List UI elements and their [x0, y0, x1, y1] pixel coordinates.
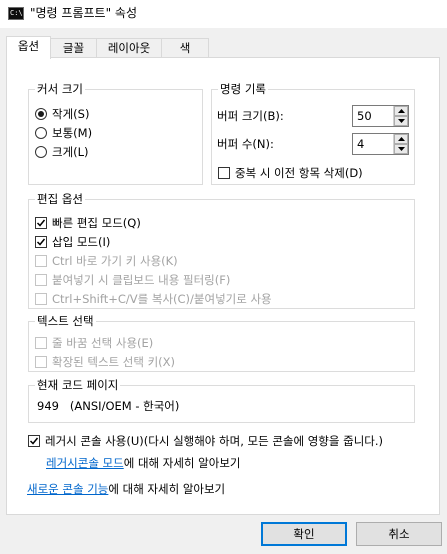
new-console-link[interactable]: 새로운 콘솔 기능 — [27, 482, 108, 496]
tab-options[interactable]: 옵션 — [6, 36, 51, 59]
buffer-count-input[interactable]: 4 — [357, 136, 364, 152]
legacy-console-link-suffix: 에 대해 자세히 알아보기 — [123, 456, 241, 470]
radio-icon — [35, 146, 47, 158]
text-selection-title: 텍스트 선택 — [35, 313, 96, 329]
chevron-down-icon — [398, 147, 405, 151]
tab-layout[interactable]: 레이아웃 — [96, 38, 162, 58]
new-console-info: 새로운 콘솔 기능에 대해 자세히 알아보기 — [27, 480, 225, 498]
checkbox-icon — [218, 167, 230, 179]
code-page-title: 현재 코드 페이지 — [35, 377, 121, 393]
radio-icon — [35, 127, 47, 139]
cancel-button[interactable]: 취소 — [356, 522, 442, 546]
legacy-console-info: 레거시콘솔 모드에 대해 자세히 알아보기 — [46, 454, 240, 472]
radio-selected-icon — [35, 108, 47, 120]
command-history-title: 명령 기록 — [218, 81, 268, 97]
buffer-size-stepper[interactable]: 50 — [352, 105, 409, 127]
checkbox-icon — [35, 356, 47, 368]
title-bar: C:\ "명령 프롬프트" 속성 — [0, 0, 447, 28]
new-console-link-suffix: 에 대해 자세히 알아보기 — [108, 482, 226, 496]
checkbox-icon — [35, 255, 47, 267]
checkbox-icon — [35, 293, 47, 305]
window-title: "명령 프롬프트" 속성 — [30, 6, 137, 20]
buffer-count-stepper[interactable]: 4 — [352, 133, 409, 155]
options-panel: 커서 크기 작게(S) 보통(M) 크게(L) 명령 기록 버퍼 크기(B): … — [6, 57, 440, 515]
checkmark-icon — [28, 435, 40, 447]
cursor-size-group: 커서 크기 작게(S) 보통(M) 크게(L) — [28, 81, 203, 185]
increment-button[interactable] — [394, 106, 408, 116]
checkmark-icon — [35, 236, 47, 248]
text-selection-group: 텍스트 선택 줄 바꿈 선택 사용(E) 확장된 텍스트 선택 키(X) — [28, 313, 415, 372]
edit-options-group: 편집 옵션 빠른 편집 모드(Q) 삽입 모드(I) Ctrl 바로 가기 키 … — [28, 191, 415, 309]
increment-button[interactable] — [394, 134, 408, 144]
buffer-size-label: 버퍼 크기(B): — [217, 109, 284, 123]
code-page-value: 949 (ANSI/OEM - 한국어) — [37, 399, 180, 413]
ok-button[interactable]: 확인 — [261, 522, 347, 546]
command-prompt-icon: C:\ — [8, 7, 24, 20]
chevron-down-icon — [398, 119, 405, 123]
chevron-up-icon — [398, 109, 405, 113]
cursor-size-title: 커서 크기 — [35, 81, 85, 97]
edit-options-title: 편집 옵션 — [35, 191, 85, 207]
checkbox-icon — [35, 274, 47, 286]
checkmark-icon — [35, 217, 47, 229]
chevron-up-icon — [398, 137, 405, 141]
decrement-button[interactable] — [394, 144, 408, 154]
command-history-group: 명령 기록 버퍼 크기(B): 50 버퍼 수(N): 4 중복 시 이전 항목… — [211, 81, 415, 185]
decrement-button[interactable] — [394, 116, 408, 126]
legacy-console-link[interactable]: 레거시콘솔 모드 — [46, 456, 124, 470]
code-page-group: 현재 코드 페이지 949 (ANSI/OEM - 한국어) — [28, 377, 415, 423]
tab-colors[interactable]: 색 — [161, 38, 209, 58]
buffer-size-input[interactable]: 50 — [357, 108, 372, 124]
checkbox-icon — [35, 337, 47, 349]
buffer-count-label: 버퍼 수(N): — [217, 137, 274, 151]
tab-font[interactable]: 글꼴 — [50, 38, 97, 58]
